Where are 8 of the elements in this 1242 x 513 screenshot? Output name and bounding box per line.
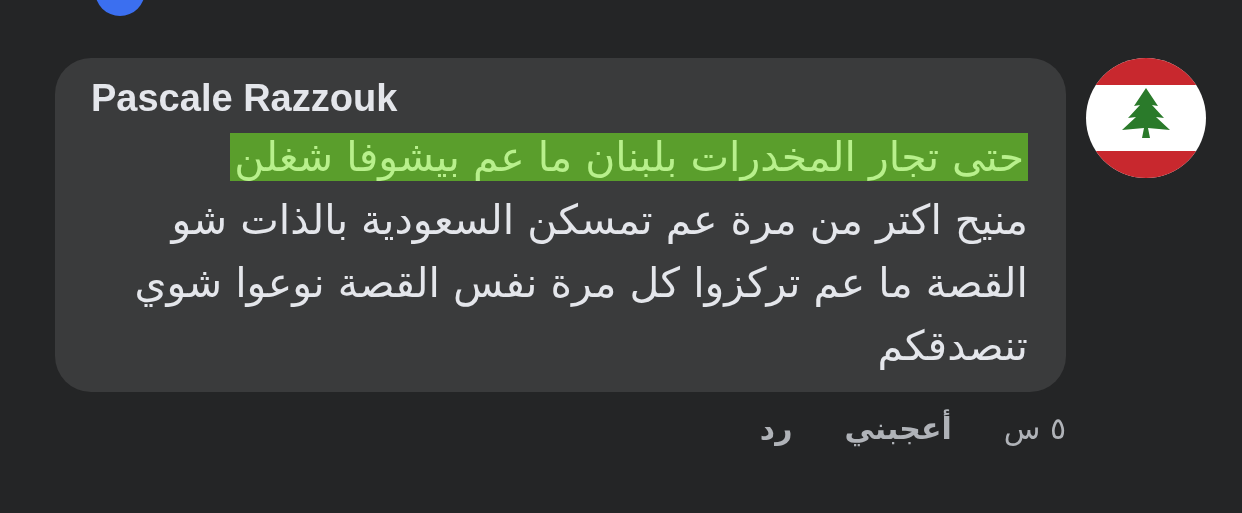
like-link[interactable]: أعجبني — [844, 405, 952, 451]
timestamp: ٥ س — [1003, 409, 1066, 448]
comment-text: تنصدقكم — [877, 321, 1028, 370]
comment-text: القصة ما عم تركزوا كل مرة نفس القصة نوعوا شوي — [134, 258, 1028, 307]
reply-link[interactable]: رد — [759, 405, 793, 451]
author-name[interactable]: Pascale Razzouk — [91, 76, 1028, 122]
comment-text: منيح اكتر من مرة عم تمسكن السعودية بالذات شو — [171, 195, 1028, 244]
highlighted-text: حتى تجار المخدرات بلبنان ما عم بيشوفا شغلن — [230, 132, 1028, 181]
